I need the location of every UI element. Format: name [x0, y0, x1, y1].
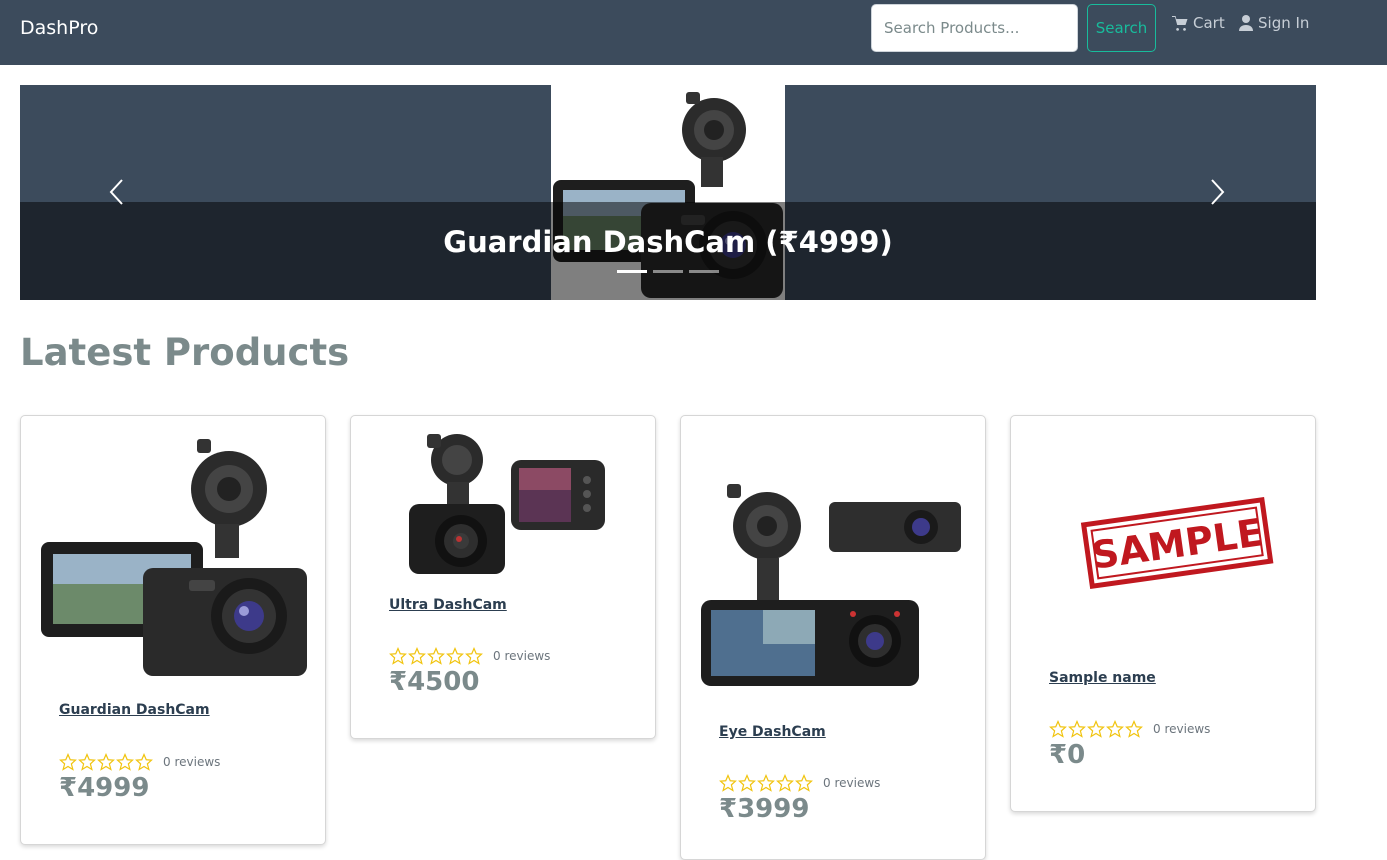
sign-in-link[interactable]: Sign In — [1239, 14, 1309, 32]
product-card: SAMPLE Sample name 0 reviews ₹0 — [1010, 415, 1316, 812]
star-icon — [1068, 720, 1086, 738]
star-icon — [78, 753, 96, 771]
star-rating — [59, 753, 153, 771]
cart-link[interactable]: Cart — [1172, 14, 1225, 32]
product-image[interactable]: SAMPLE — [1029, 476, 1299, 606]
star-icon — [757, 774, 775, 792]
star-icon — [465, 647, 483, 665]
chevron-right-icon[interactable] — [1207, 177, 1227, 207]
star-icon — [97, 753, 115, 771]
section-title: Latest Products — [20, 331, 350, 374]
navbar: DashPro Search Cart Sign In — [0, 0, 1387, 65]
carousel-caption: Guardian DashCam (₹4999) — [443, 225, 893, 259]
search-input[interactable] — [871, 4, 1078, 52]
product-card: Eye DashCam 0 reviews ₹3999 — [680, 415, 986, 860]
star-icon — [408, 647, 426, 665]
product-image[interactable] — [699, 476, 969, 691]
chevron-left-icon[interactable] — [107, 177, 127, 207]
cart-label: Cart — [1193, 14, 1225, 32]
review-count: 0 reviews — [493, 649, 551, 663]
search-button[interactable]: Search — [1087, 4, 1156, 52]
star-icon — [389, 647, 407, 665]
product-name-link[interactable]: Eye DashCam — [719, 724, 826, 740]
product-name-link[interactable]: Ultra DashCam — [389, 597, 507, 613]
star-icon — [1087, 720, 1105, 738]
brand-logo[interactable]: DashPro — [20, 17, 98, 39]
product-carousel: Guardian DashCam (₹4999) — [20, 85, 1316, 300]
star-rating — [1049, 720, 1143, 738]
sign-in-label: Sign In — [1258, 14, 1310, 32]
carousel-indicator[interactable] — [689, 270, 719, 273]
star-icon — [1125, 720, 1143, 738]
star-icon — [116, 753, 134, 771]
product-card: Guardian DashCam 0 reviews ₹4999 — [20, 415, 326, 845]
product-name-link[interactable]: Guardian DashCam — [59, 702, 210, 718]
carousel-indicator[interactable] — [653, 270, 683, 273]
product-card: Ultra DashCam 0 reviews ₹4500 — [350, 415, 656, 739]
star-icon — [776, 774, 794, 792]
carousel-indicator[interactable] — [617, 270, 647, 273]
product-rating: 0 reviews — [59, 753, 220, 771]
star-icon — [1049, 720, 1067, 738]
star-icon — [446, 647, 464, 665]
product-image[interactable] — [39, 434, 309, 679]
star-icon — [795, 774, 813, 792]
star-icon — [59, 753, 77, 771]
product-price: ₹3999 — [719, 794, 810, 824]
star-icon — [135, 753, 153, 771]
user-icon — [1239, 15, 1253, 31]
product-image[interactable] — [369, 434, 639, 576]
star-rating — [389, 647, 483, 665]
product-rating: 0 reviews — [1049, 720, 1210, 738]
star-icon — [427, 647, 445, 665]
product-price: ₹4999 — [59, 773, 150, 803]
star-icon — [1106, 720, 1124, 738]
product-price: ₹0 — [1049, 740, 1086, 770]
product-rating: 0 reviews — [719, 774, 880, 792]
review-count: 0 reviews — [1153, 722, 1211, 736]
star-icon — [738, 774, 756, 792]
product-price: ₹4500 — [389, 667, 480, 697]
product-name-link[interactable]: Sample name — [1049, 670, 1156, 686]
carousel-indicators — [617, 270, 719, 273]
star-icon — [719, 774, 737, 792]
review-count: 0 reviews — [163, 755, 221, 769]
review-count: 0 reviews — [823, 776, 881, 790]
cart-icon — [1172, 15, 1188, 31]
product-rating: 0 reviews — [389, 647, 550, 665]
star-rating — [719, 774, 813, 792]
